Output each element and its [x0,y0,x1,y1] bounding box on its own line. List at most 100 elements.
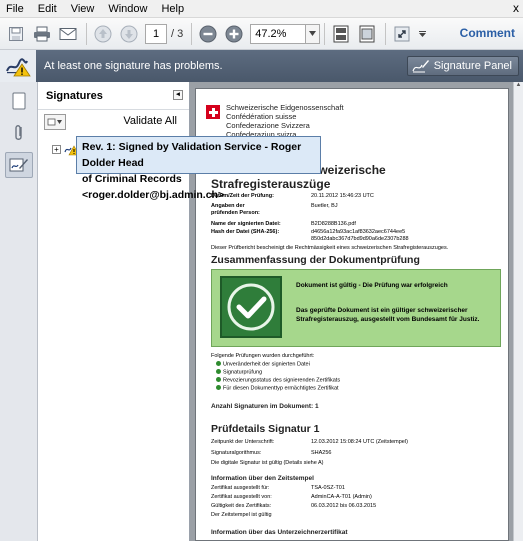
check-label: Für diesen Dokumenttyp ermächtigtes Zert… [223,385,339,392]
field-value: B2D8288B136.pdf [311,221,356,227]
navigation-pane-strip [0,82,38,541]
fit-width-icon [359,25,375,42]
field-key: Zertifikat ausgestellt für: [211,485,270,491]
field-key: Zeitpunkt der Unterschrift: [211,439,275,445]
signature-warning-icon [0,50,36,82]
check-ok-icon [216,369,221,374]
checkmark-icon [220,276,282,338]
comment-button[interactable]: Comment [460,26,515,40]
certificate-heading: Information über das Unterzeichnerzertif… [211,529,348,536]
check-label: Revozierungsstatus des signierenden Zert… [223,377,341,384]
zoom-in-icon [225,25,243,42]
signature-pen-icon [412,60,429,73]
attachments-button[interactable] [5,120,33,146]
toolbar: 1 / 3 47.2% Comment [0,18,523,50]
signatures-button[interactable] [5,152,33,178]
check-label: Signaturprüfung [223,369,263,376]
page-number-input[interactable]: 1 [145,23,167,44]
chevron-down-icon [309,31,317,36]
page-total: / 3 [171,27,184,40]
menu-edit[interactable]: Edit [38,3,57,15]
fit-page-button[interactable] [329,22,353,46]
signature-panel-button[interactable]: Signature Panel [406,56,519,76]
page-thumbnails-button[interactable] [5,88,33,114]
expand-icon [394,26,410,41]
signatures-panel-toolbar: Validate All [38,110,189,134]
toolbar-options-button[interactable] [416,22,428,46]
field-value: d4656a12fa93ac1af83632aec6744ee5 850d2da… [311,229,409,242]
arrow-down-icon [120,25,138,42]
arrow-up-icon [94,25,112,42]
valid-detail-text: Das geprüfte Dokument ist ein gültiger s… [296,307,480,323]
toolbar-separator [324,22,326,45]
check-item: Revozierungsstatus des signierenden Zert… [216,377,340,385]
menu-help[interactable]: Help [161,3,184,15]
signature-icon [9,158,28,172]
options-menu-button[interactable] [44,114,66,130]
field-value: 12.03.2012 15:08:24 UTC (Zeitstempel) [311,439,408,445]
signature-panel-label: Signature Panel [433,60,512,72]
field-value: 20.11.2012 15:46:23 UTC [311,193,374,199]
confirmation-text: Dieser Prüfbericht bescheinigt die Recht… [211,245,449,251]
options-icon [47,118,62,126]
validate-all-button[interactable]: Validate All [123,115,177,127]
zoom-level-input[interactable]: 47.2% [250,23,307,44]
signatures-panel-header: Signatures ◂ [38,82,189,110]
expand-tree-button[interactable]: + [52,144,61,154]
zoom-dropdown-button[interactable] [306,23,321,44]
check-ok-icon [216,385,221,390]
signature-status-message: At least one signature has problems. [44,60,223,72]
fit-width-button[interactable] [355,22,379,46]
valid-status-text: Dokument ist gültig - Die Prüfung war er… [296,282,448,289]
fit-page-icon [333,25,349,42]
field-key: Name der signierten Datei: [211,221,281,227]
check-label: Unveränderheit der signierten Datei [223,361,310,368]
field-value: Buetler, BJ [311,203,338,209]
check-ok-icon [216,361,221,366]
save-button[interactable] [4,22,28,46]
toolbar-separator [191,22,193,45]
field-key: Signaturalgorithmus: [211,450,262,456]
field-key: Hash der Datei (SHA-256): [211,229,280,235]
federation-name-de: Schweizerische Eidgenossenschaft [226,103,344,112]
paperclip-icon [15,125,22,140]
federation-name-it: Confederazione Svizzera [226,121,310,130]
close-document-icon[interactable]: x [513,1,519,15]
email-button[interactable] [56,22,80,46]
menu-bar: File Edit View Window Help x [0,0,523,18]
detail-heading: Prüfdetails Signatur 1 [211,423,320,435]
print-button[interactable] [30,22,54,46]
checks-intro: Folgende Prüfungen wurden durchgeführt: [211,353,315,359]
field-key: Gültigkeit des Zertifikats: [211,503,272,509]
scroll-up-arrow[interactable]: ▲ [514,82,523,92]
signature-valid-note: Die digitale Signatur ist gültig (Detail… [211,460,324,466]
full-screen-button[interactable] [390,22,414,46]
toolbar-separator [86,22,87,45]
field-value: AdminCA-A-T01 (Admin) [311,494,372,500]
menu-file[interactable]: File [6,3,24,15]
menu-window[interactable]: Window [108,3,147,15]
toolbar-separator [385,22,387,45]
signature-message-bar: At least one signature has problems. Sig… [0,50,523,82]
zoom-out-button[interactable] [196,22,220,46]
menu-view[interactable]: View [71,3,95,15]
field-value: SHA256 [311,450,332,456]
field-value: TSA-0SZ-T01 [311,485,345,491]
timestamp-valid-note: Der Zeitstempel ist gültig [211,512,272,518]
zoom-in-button[interactable] [222,22,246,46]
collapse-panel-button[interactable]: ◂ [173,90,183,100]
check-item: Unveränderheit der signierten Datei [216,361,310,369]
pages-icon [12,92,26,110]
vertical-scrollbar[interactable]: ▲ [513,82,523,541]
check-item: Für diesen Dokumenttyp ermächtigtes Zert… [216,385,339,393]
zoom-out-icon [199,25,217,42]
previous-page-button[interactable] [91,22,115,46]
swiss-cross-logo [206,105,220,119]
signatures-panel-title: Signatures [46,89,103,102]
validation-result-box: Dokument ist gültig - Die Prüfung war er… [211,269,501,347]
signature-tooltip: Rev. 1: Signed by Validation Service - R… [76,136,321,201]
next-page-button[interactable] [117,22,141,46]
field-key: Zertifikat ausgestellt von: [211,494,272,500]
email-icon [59,27,77,40]
timestamp-heading: Information über den Zeitstempel [211,475,314,482]
